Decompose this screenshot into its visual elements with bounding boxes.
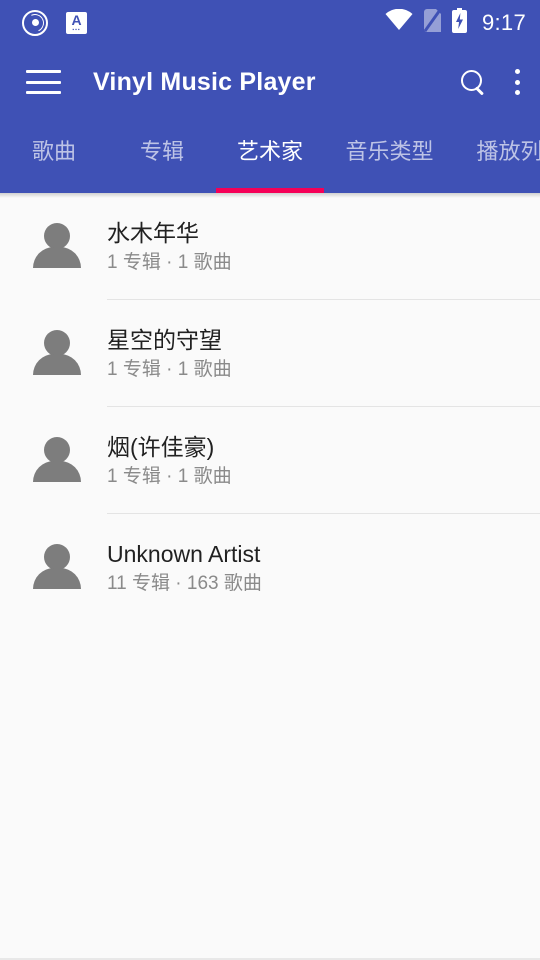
artist-list-item[interactable]: 烟(许佳豪) 1 专辑 · 1 歌曲 [0, 407, 540, 514]
tab-artists[interactable]: 艺术家 [216, 141, 324, 163]
wifi-icon [385, 8, 413, 36]
hamburger-menu-icon[interactable] [26, 70, 61, 94]
artist-meta: 1 专辑 · 1 歌曲 [107, 251, 232, 273]
artist-name: 水木年华 [107, 219, 199, 246]
status-bar-left-icons: A ▪▪▪ [22, 9, 87, 36]
tab-bar: 歌曲 专辑 艺术家 音乐类型 播放列表 [0, 119, 540, 193]
page-title: Vinyl Music Player [93, 67, 316, 96]
status-bar: A ▪▪▪ 9:17 [0, 0, 540, 45]
artist-list-item[interactable]: 水木年华 1 专辑 · 1 歌曲 [0, 193, 540, 300]
artist-name: 星空的守望 [107, 326, 222, 353]
person-icon [26, 323, 88, 385]
artist-meta: 11 专辑 · 163 歌曲 [107, 572, 262, 594]
artist-list: 水木年华 1 专辑 · 1 歌曲 星空的守望 1 专辑 · 1 歌曲 烟(许佳豪) 1 专… [0, 193, 540, 621]
tab-albums[interactable]: 专辑 [108, 141, 216, 163]
tab-genres[interactable]: 音乐类型 [324, 141, 455, 163]
search-icon[interactable] [460, 69, 486, 95]
artist-name: Unknown Artist [107, 540, 261, 567]
vinyl-disc-icon [22, 9, 48, 36]
artist-item-text: Unknown Artist 11 专辑 · 163 歌曲 [107, 540, 262, 596]
tab-playlists[interactable]: 播放列表 [455, 141, 540, 163]
keyboard-input-dots: ▪▪▪ [72, 26, 81, 33]
artist-list-item[interactable]: Unknown Artist 11 专辑 · 163 歌曲 [0, 514, 540, 621]
app-bar: Vinyl Music Player [0, 45, 540, 119]
person-icon [26, 430, 88, 492]
artist-list-item[interactable]: 星空的守望 1 专辑 · 1 歌曲 [0, 300, 540, 407]
person-icon [26, 537, 88, 599]
status-bar-clock: 9:17 [481, 9, 526, 35]
keyboard-input-a-icon: A ▪▪▪ [66, 11, 87, 34]
app-bar-actions [460, 69, 520, 95]
app-screen: A ▪▪▪ 9:17 Vinyl Music Player 歌曲 专辑 艺术家 … [0, 0, 540, 960]
artist-name: 烟(许佳豪) [107, 433, 215, 460]
person-icon [26, 216, 88, 278]
artist-item-text: 星空的守望 1 专辑 · 1 歌曲 [107, 326, 232, 382]
artist-meta: 1 专辑 · 1 歌曲 [107, 358, 232, 380]
tab-songs[interactable]: 歌曲 [0, 141, 108, 163]
artist-meta: 1 专辑 · 1 歌曲 [107, 465, 232, 487]
no-sim-icon [423, 8, 442, 37]
artist-item-text: 烟(许佳豪) 1 专辑 · 1 歌曲 [107, 433, 232, 489]
battery-charging-icon [451, 7, 467, 38]
artist-item-text: 水木年华 1 专辑 · 1 歌曲 [107, 219, 232, 275]
keyboard-input-a-letter: A [71, 11, 82, 28]
status-bar-right-icons: 9:17 [385, 7, 526, 38]
more-vert-icon[interactable] [514, 69, 520, 95]
